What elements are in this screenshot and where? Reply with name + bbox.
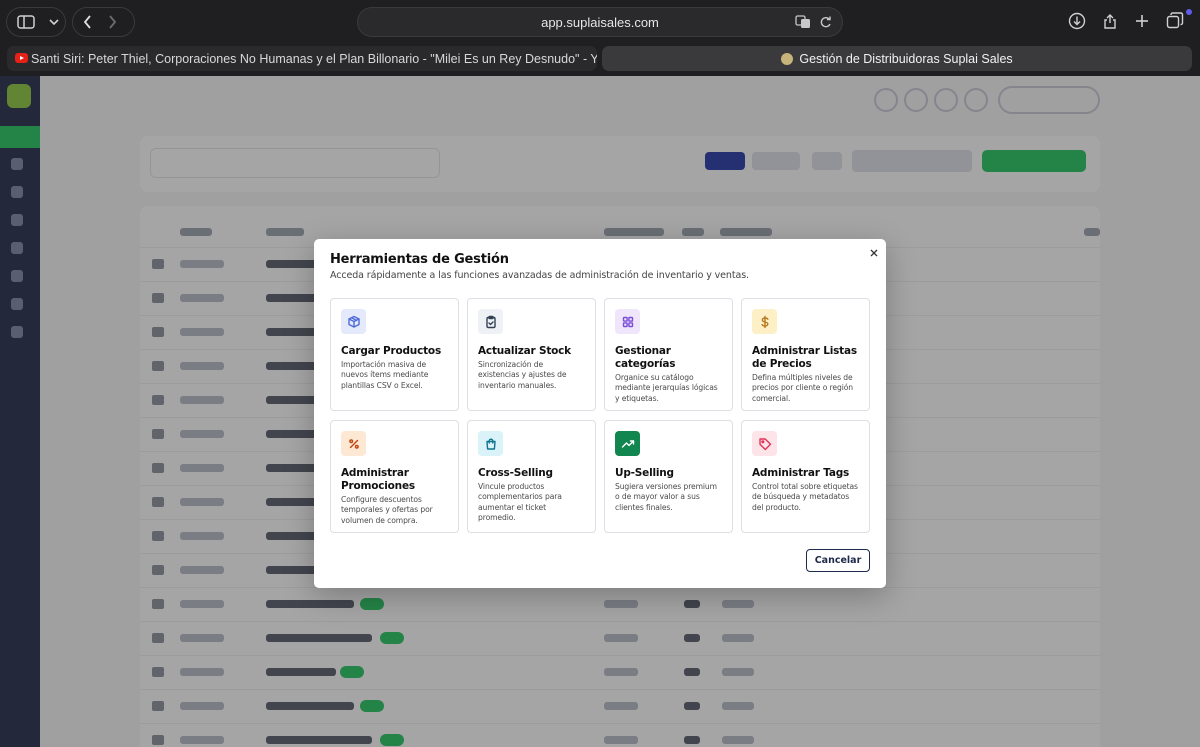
url-text: app.suplaisales.com <box>541 15 659 30</box>
favicon-icon <box>781 52 794 65</box>
forward-icon[interactable] <box>108 15 117 29</box>
tool-card-actualizar-stock[interactable]: Actualizar Stock Sincronización de existe… <box>467 298 596 411</box>
tool-card-description: Control total sobre etiquetas de búsqued… <box>752 482 858 512</box>
tab-bar: Santi Siri: Peter Thiel, Corporaciones N… <box>0 44 1200 74</box>
tool-card-description: Configure descuentos temporales y oferta… <box>341 495 433 525</box>
tab-overview-icon[interactable] <box>1166 12 1184 30</box>
tab-title: Santi Siri: Peter Thiel, Corporaciones N… <box>31 51 597 66</box>
tool-card-title: Actualizar Stock <box>478 345 571 357</box>
tool-card-title: Gestionar categorías <box>615 345 676 370</box>
sidebar-icon <box>17 15 35 29</box>
tool-card-description: Sugiera versiones premium o de mayor val… <box>615 482 717 512</box>
tools-grid: Cargar Productos Importación masiva de nu… <box>330 298 870 533</box>
percent-icon <box>341 431 366 456</box>
tool-card-title: Cross-Selling <box>478 467 553 479</box>
modal-title: Herramientas de Gestión <box>330 252 509 267</box>
tool-card-description: Organice su catálogo mediante jerarquías… <box>615 373 718 403</box>
modal-subtitle: Acceda rápidamente a las funciones avanz… <box>330 270 749 281</box>
tab-youtube[interactable]: Santi Siri: Peter Thiel, Corporaciones N… <box>7 46 597 71</box>
tool-card-administrar-listas-de-precios[interactable]: Administrar Listas de Precios Defina múlt… <box>741 298 870 411</box>
close-icon[interactable] <box>868 244 880 257</box>
tool-card-description: Importación masiva de nuevos ítems media… <box>341 360 429 390</box>
address-bar[interactable]: app.suplaisales.com <box>357 7 843 37</box>
translate-icon[interactable] <box>795 15 811 29</box>
management-tools-modal: Herramientas de Gestión Acceda rápidamen… <box>314 239 886 588</box>
grid-icon <box>615 309 640 334</box>
cancel-button[interactable]: Cancelar <box>806 549 870 572</box>
tool-card-description: Sincronización de existencias y ajustes … <box>478 360 567 390</box>
navigation-buttons <box>72 7 135 37</box>
notification-dot <box>1186 9 1192 15</box>
tab-title: Gestión de Distribuidoras Suplai Sales <box>799 51 1013 66</box>
reload-icon[interactable] <box>819 15 832 29</box>
browser-toolbar: app.suplaisales.com <box>0 0 1200 44</box>
back-icon[interactable] <box>83 15 92 29</box>
tool-card-up-selling[interactable]: Up-Selling Sugiera versiones premium o de… <box>604 420 733 533</box>
tool-card-cargar-productos[interactable]: Cargar Productos Importación masiva de nu… <box>330 298 459 411</box>
sidebar-toggle-button[interactable] <box>6 7 66 37</box>
tool-card-title: Cargar Productos <box>341 345 441 357</box>
tab-suplai-sales[interactable]: Gestión de Distribuidoras Suplai Sales <box>602 46 1192 71</box>
tag-icon <box>752 431 777 456</box>
tool-card-gestionar-categorias[interactable]: Gestionar categorías Organice su catálogo… <box>604 298 733 411</box>
new-tab-icon[interactable] <box>1134 12 1150 30</box>
youtube-icon <box>15 53 28 63</box>
dollar-icon <box>752 309 777 334</box>
tool-card-description: Defina múltiples niveles de precios por … <box>752 373 853 403</box>
tool-card-title: Administrar Listas de Precios <box>752 345 857 370</box>
tool-card-cross-selling[interactable]: Cross-Selling Vincule productos complemen… <box>467 420 596 533</box>
tool-card-administrar-promociones[interactable]: Administrar Promociones Configure descuen… <box>330 420 459 533</box>
tool-card-description: Vincule productos complementarios para a… <box>478 482 562 522</box>
share-icon[interactable] <box>1102 12 1118 30</box>
chevron-down-icon[interactable] <box>49 18 59 26</box>
browser-chrome: app.suplaisales.com Santi Siri: Peter Th… <box>0 0 1200 76</box>
download-icon[interactable] <box>1068 12 1086 30</box>
package-icon <box>341 309 366 334</box>
clipboard-icon <box>478 309 503 334</box>
trending-up-icon <box>615 431 640 456</box>
tool-card-title: Administrar Promociones <box>341 467 415 492</box>
tool-card-title: Up-Selling <box>615 467 674 479</box>
shopping-bag-icon <box>478 431 503 456</box>
tool-card-title: Administrar Tags <box>752 467 850 479</box>
tool-card-administrar-tags[interactable]: Administrar Tags Control total sobre etiq… <box>741 420 870 533</box>
